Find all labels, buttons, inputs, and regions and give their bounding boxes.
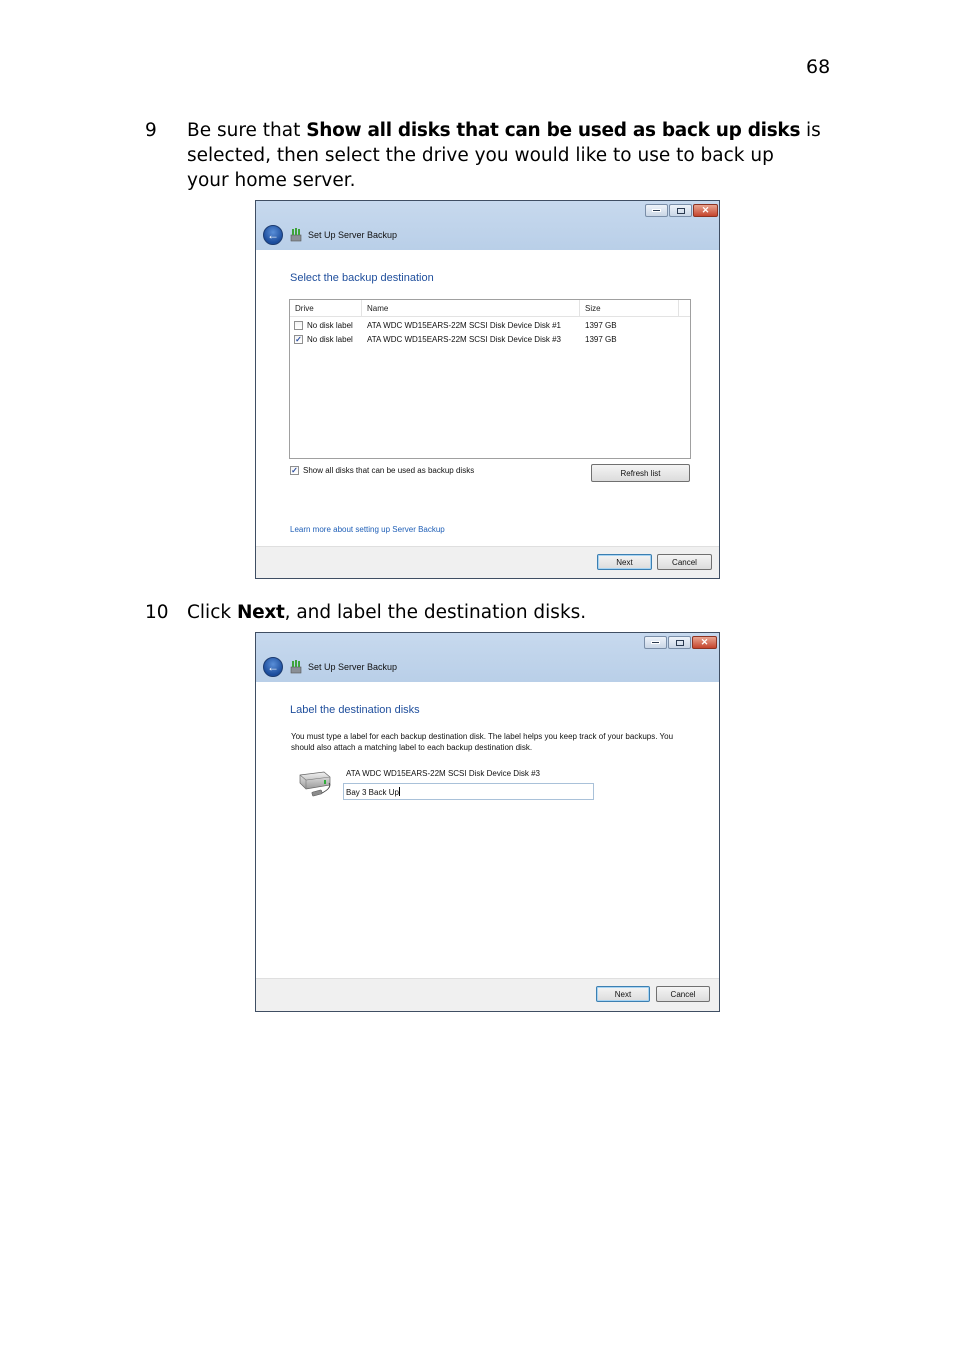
- hard-drive-icon: [299, 771, 331, 797]
- maximize-icon: [675, 639, 684, 646]
- minimize-icon: [651, 641, 660, 644]
- column-header-size[interactable]: Size: [585, 304, 601, 313]
- disk-size: 1397 GB: [585, 335, 617, 344]
- cancel-button[interactable]: Cancel: [656, 986, 710, 1002]
- minimize-button[interactable]: [645, 204, 668, 217]
- step-text-post: is: [800, 120, 821, 141]
- window-controls: ✕: [644, 636, 717, 649]
- disk-label-value: Bay 3 Back Up: [346, 788, 399, 797]
- learn-more-link[interactable]: Learn more about setting up Server Backu…: [290, 525, 445, 534]
- step-text-bold: Show all disks that can be used as back …: [306, 120, 801, 141]
- wizard-content: Label the destination disks You must typ…: [256, 682, 719, 978]
- disk-size: 1397 GB: [585, 321, 617, 330]
- description-text: You must type a label for each backup de…: [291, 732, 674, 752]
- step-number: 9: [145, 120, 157, 141]
- show-all-disks-checkbox[interactable]: ✓: [290, 466, 299, 475]
- page-heading: Select the backup destination: [290, 272, 434, 284]
- next-button[interactable]: Next: [596, 986, 650, 1002]
- disk-name: ATA WDC WD15EARS-22M SCSI Disk Device Di…: [367, 321, 561, 330]
- close-icon: ✕: [701, 205, 710, 215]
- maximize-button[interactable]: [669, 204, 692, 217]
- title-bar: ✕ ← Set Up Server Backup: [256, 201, 719, 250]
- step-number: 10: [145, 602, 169, 623]
- column-header-drive[interactable]: Drive: [295, 304, 314, 313]
- disk-name: ATA WDC WD15EARS-22M SCSI Disk Device Di…: [367, 335, 561, 344]
- step-text-pre: Click: [187, 602, 237, 623]
- column-separator[interactable]: [361, 300, 362, 317]
- close-icon: ✕: [700, 637, 709, 647]
- step-text-bold: Next: [236, 602, 285, 623]
- window-title: Set Up Server Backup: [308, 230, 398, 240]
- disk-row[interactable]: ✓ No disk label ATA WDC WD15EARS-22M SCS…: [290, 333, 690, 347]
- disk-label-input[interactable]: Bay 3 Back Up: [343, 783, 594, 800]
- disk-list[interactable]: Drive Name Size No disk label ATA WDC WD…: [289, 299, 691, 459]
- column-separator[interactable]: [678, 300, 679, 317]
- server-backup-icon: [290, 228, 302, 242]
- cancel-button[interactable]: Cancel: [657, 554, 712, 570]
- drive-label: No disk label: [307, 335, 353, 344]
- disk-checkbox[interactable]: ✓: [294, 335, 303, 344]
- minimize-button[interactable]: [644, 636, 667, 649]
- step-text-pre: Be sure that: [187, 120, 307, 141]
- back-arrow-icon[interactable]: ←: [263, 225, 283, 245]
- step-text: Click Next, and label the destination di…: [187, 600, 586, 625]
- maximize-icon: [676, 207, 685, 214]
- window-title: Set Up Server Backup: [308, 662, 398, 672]
- setup-backup-window-label: ✕ ← Set Up Server Backup Label the desti…: [255, 632, 720, 1012]
- setup-backup-window-select: ✕ ← Set Up Server Backup Select the back…: [255, 200, 720, 579]
- wizard-content: Select the backup destination Drive Name…: [256, 250, 719, 546]
- server-backup-icon: [290, 660, 302, 674]
- step-text-line3: your home server.: [187, 170, 356, 191]
- next-button[interactable]: Next: [597, 554, 652, 570]
- disk-checkbox[interactable]: [294, 321, 303, 330]
- page-number: 68: [806, 56, 831, 78]
- column-header-name[interactable]: Name: [367, 304, 388, 313]
- back-arrow-icon[interactable]: ←: [263, 657, 283, 677]
- wizard-footer: Next Cancel: [256, 978, 719, 1011]
- maximize-button[interactable]: [668, 636, 691, 649]
- step-text: Be sure that Show all disks that can be …: [187, 118, 821, 193]
- drive-label: No disk label: [307, 321, 353, 330]
- step-text-line2: selected, then select the drive you woul…: [187, 145, 774, 166]
- text-caret: [398, 787, 400, 796]
- refresh-list-button[interactable]: Refresh list: [591, 464, 690, 482]
- close-button[interactable]: ✕: [692, 636, 717, 649]
- close-button[interactable]: ✕: [693, 204, 718, 217]
- window-controls: ✕: [645, 204, 718, 217]
- minimize-icon: [652, 209, 661, 212]
- step-text-post: , and label the destination disks.: [284, 602, 587, 623]
- column-separator[interactable]: [579, 300, 580, 317]
- disk-row[interactable]: No disk label ATA WDC WD15EARS-22M SCSI …: [290, 319, 690, 333]
- disk-name-label: ATA WDC WD15EARS-22M SCSI Disk Device Di…: [346, 769, 540, 778]
- show-all-disks-label[interactable]: Show all disks that can be used as backu…: [303, 466, 474, 475]
- wizard-footer: Next Cancel: [256, 546, 719, 578]
- title-bar: ✕ ← Set Up Server Backup: [256, 633, 719, 682]
- page-heading: Label the destination disks: [290, 704, 420, 716]
- list-header: Drive Name Size: [290, 300, 690, 317]
